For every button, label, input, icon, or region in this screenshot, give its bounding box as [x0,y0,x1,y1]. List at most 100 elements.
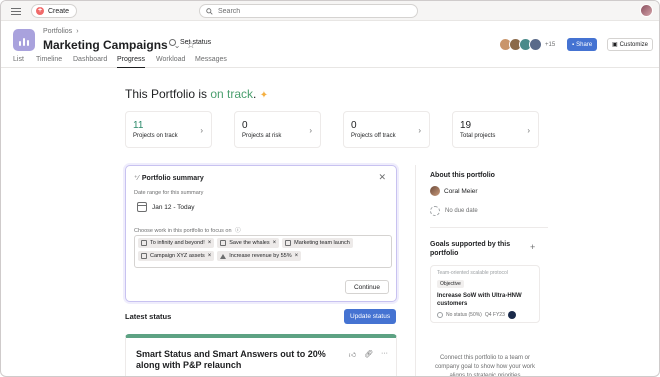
goal-card[interactable]: Team-oriented scalable protocol Objectiv… [430,265,540,323]
connect-goal-text: Connect this portfolio to a team or comp… [434,355,536,377]
chevron-right-icon: › [418,126,421,135]
app-window: + Create Portfolios › Marketing Campaign… [0,0,660,377]
goal-status: No status (50%) [446,312,482,318]
divider [430,227,548,228]
tab-bar: List Timeline Dashboard Progress Workloa… [1,55,659,68]
tab-dashboard[interactable]: Dashboard [73,56,107,68]
remove-chip-icon[interactable]: × [295,253,299,259]
stat-label: Projects at risk [242,133,282,139]
member-avatars[interactable]: +15 [499,38,555,51]
work-chip: Increase revenue by 55% × [217,251,302,261]
status-update-card[interactable]: Smart Status and Smart Answers out to 20… [125,334,397,376]
share-label: Share [576,41,593,48]
tab-messages[interactable]: Messages [195,56,227,68]
headline-status: on track [210,87,254,101]
customize-button[interactable]: ▣ Customize [607,38,654,51]
create-button[interactable]: + Create [31,4,78,18]
date-range-label: Date range for this summary [134,190,204,196]
chip-label: Campaign XYZ assets [150,253,205,259]
chip-label: To infinity and beyond! [150,240,205,246]
goal-team: Team-oriented scalable protocol [437,270,508,276]
work-focus-label: Choose work in this portfolio to focus o… [134,226,241,234]
remove-chip-icon[interactable]: × [208,240,212,246]
goal-meta: No status (50%) Q4 FY23 [437,311,516,319]
chevron-right-icon: › [76,28,79,35]
stat-label: Total projects [460,133,496,139]
update-status-button[interactable]: Update status [344,309,397,324]
work-chips-input[interactable]: To infinity and beyond! × Save the whales… [134,235,392,268]
about-label: About this portfolio [430,172,495,179]
calendar-icon [137,202,147,212]
summary-title: ⁺⁄ Portfolio summary [134,174,204,183]
project-icon [285,240,292,246]
status-card-title: Smart Status and Smart Answers out to 20… [136,349,326,370]
date-range-value: Jan 12 - Today [152,203,195,211]
like-icon[interactable]: 👍︎ [349,350,356,359]
status-circle-icon [437,312,443,318]
portfolio-owner[interactable]: Coral Meier [430,186,478,196]
stat-card-at-risk[interactable]: 0 Projects at risk › [234,111,321,148]
breadcrumb[interactable]: Portfolios › [43,28,79,35]
goal-period: Q4 FY23 [484,312,505,318]
search-input[interactable] [218,7,398,15]
breadcrumb-portfolios[interactable]: Portfolios [43,28,72,35]
user-avatar[interactable] [640,4,653,17]
continue-button[interactable]: Continue [344,280,389,294]
stat-value: 0 [351,120,357,131]
search-icon [206,7,213,15]
date-range-picker[interactable]: Jan 12 - Today [137,202,195,212]
status-circle-icon [169,39,176,46]
set-status-button[interactable]: Set status [169,39,211,46]
chip-label: Save the whales [229,240,270,246]
close-icon[interactable]: ✕ [378,172,386,183]
link-icon[interactable]: 🔗︎ [364,350,373,359]
portfolio-status-headline: This Portfolio is on track. ✦ [125,87,268,101]
summary-title-text: Portfolio summary [141,174,204,182]
tab-progress[interactable]: Progress [117,56,146,68]
tab-workload[interactable]: Workload [156,56,185,68]
avatar [507,311,516,319]
goals-label: Goals supported by this portfolio [430,241,511,257]
set-status-label: Set status [180,39,212,46]
stat-card-on-track[interactable]: 11 Projects on track › [125,111,212,148]
info-icon[interactable]: ⓘ [235,228,241,234]
goal-name: Increase SoW with Ultra-HNW customers [437,293,522,307]
latest-status-label: Latest status [125,312,172,321]
stat-value: 19 [460,120,472,131]
goal-type-badge: Objective [437,280,464,288]
due-date[interactable]: No due date [430,206,478,216]
customize-icon: ▣ [612,42,618,48]
headline-suffix: . [253,87,257,101]
stat-value: 0 [242,120,248,131]
more-icon[interactable]: ··· [381,350,388,359]
work-chip: To infinity and beyond! × [138,238,215,248]
customize-label: Customize [619,41,649,48]
stat-card-total[interactable]: 19 Total projects › [452,111,539,148]
hamburger-menu-icon[interactable] [11,5,23,17]
project-icon [141,253,147,259]
search-bar[interactable] [199,4,418,18]
stat-card-off-track[interactable]: 0 Projects off track › [343,111,430,148]
remove-chip-icon[interactable]: × [208,253,212,259]
add-goal-icon[interactable]: + [530,242,535,252]
tab-timeline[interactable]: Timeline [36,56,62,68]
stat-label: Projects off track [351,133,396,139]
create-label: Create [48,7,70,15]
stat-value: 11 [133,120,144,131]
members-more-count: +15 [545,41,556,48]
goal-icon [220,253,227,259]
chip-label: Increase revenue by 55% [229,253,292,259]
share-button[interactable]: ▪ Share [567,38,598,51]
status-card-actions: 👍︎ 🔗︎ ··· [349,350,388,359]
tab-list[interactable]: List [13,56,24,68]
sparkle-icon: ✦ [259,90,269,101]
headline-prefix: This Portfolio is [125,87,211,101]
page-title-text: Marketing Campaigns [43,38,168,52]
work-chip: Save the whales × [217,238,280,248]
work-focus-label-text: Choose work in this portfolio to focus o… [134,228,232,234]
remove-chip-icon[interactable]: × [273,240,277,246]
topbar: + Create [1,1,659,21]
chevron-right-icon: › [527,126,530,135]
chevron-right-icon: › [200,126,203,135]
lock-icon: ▪ [572,41,575,48]
